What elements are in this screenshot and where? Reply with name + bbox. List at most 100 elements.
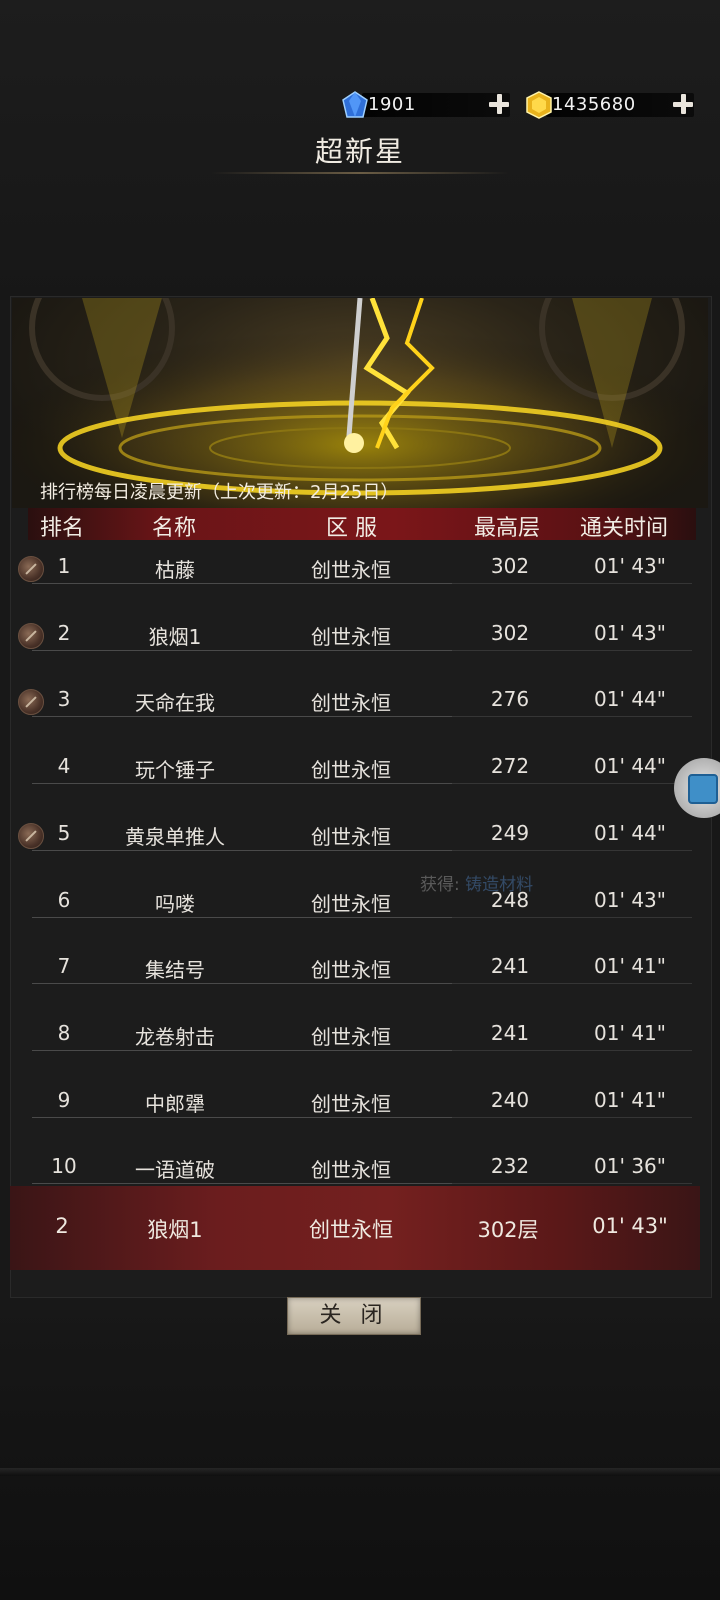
name-cell: 黄泉单推人 [125,824,225,849]
background-crack-decoration [0,1468,720,1476]
table-row[interactable]: 9 中郎犟 创世永恒 240 01' 41" [20,1074,700,1142]
time-cell: 01' 43" [594,554,666,578]
floor-cell: 241 [490,1020,530,1045]
cube-icon [688,774,718,804]
row-divider [452,849,692,851]
row-divider [452,916,692,918]
floor-cell: 272 [490,754,530,779]
name-cell: 一语道破 [135,1158,215,1183]
time-cell: 01' 41" [594,1020,666,1045]
gold-currency: 1435680 [524,90,696,120]
time-cell: 01' 44" [594,754,666,779]
server-cell: 创世永恒 [311,958,391,983]
row-divider [32,916,452,918]
server-cell: 创世永恒 [311,691,391,716]
row-divider [32,716,452,718]
diamond-currency: 1901 [340,90,512,120]
floor-cell: 240 [490,1087,530,1112]
row-divider [32,1116,452,1118]
row-divider [452,649,692,651]
server-cell: 创世永恒 [311,1091,391,1116]
floor-cell: 276 [490,687,530,712]
header-rank: 排名 [40,516,85,541]
time-cell: 01' 44" [594,820,666,845]
rank-cell: 9 [57,1087,71,1112]
table-row[interactable]: 8 龙卷射击 创世永恒 241 01' 41" [20,1007,700,1075]
name-cell: 吗喽 [155,891,195,916]
leaderboard-banner [12,298,708,508]
my-rank: 2 [55,1214,69,1238]
server-cell: 创世永恒 [311,1024,391,1049]
name-cell: 中郎犟 [145,1091,205,1116]
rank-cell: 1 [57,554,71,578]
add-gold-button[interactable] [670,91,696,117]
server-cell: 创世永恒 [311,758,391,783]
table-row[interactable]: 7 集结号 创世永恒 241 01' 41" [20,940,700,1008]
table-row[interactable]: 3 天命在我 创世永恒 276 01' 44" [18,673,700,741]
table-row[interactable]: 5 黄泉单推人 创世永恒 249 01' 44" [18,807,700,875]
row-divider [32,583,452,584]
name-cell: 集结号 [145,958,205,983]
my-time: 01' 43" [592,1214,668,1238]
close-button[interactable]: 关 闭 [287,1297,421,1335]
update-notice: 排行榜每日凌晨更新（上次更新：2月25日） [40,482,399,503]
table-row[interactable]: 2 狼烟1 创世永恒 302 01' 43" [18,607,700,675]
name-cell: 枯藤 [155,558,195,582]
row-divider [452,583,692,584]
time-cell: 01' 41" [594,954,666,979]
row-divider [32,783,452,785]
lightning-sword-artwork [12,298,708,508]
gold-gem-icon [526,91,552,119]
faded-reward-text: 获得: 铸造材料 [420,870,533,895]
row-divider [452,983,692,985]
my-server: 创世永恒 [309,1218,393,1242]
server-cell: 创世永恒 [311,624,391,649]
server-cell: 创世永恒 [311,824,391,849]
floor-cell: 232 [490,1154,530,1179]
page-title: 超新星 [314,135,405,168]
name-cell: 狼烟1 [148,624,202,649]
header-server: 区 服 [326,516,377,541]
server-cell: 创世永恒 [311,558,391,582]
table-header: 排名 名称 区 服 最高层 通关时间 [28,508,696,541]
rank-cell: 10 [51,1154,77,1179]
row-divider [32,1183,452,1185]
row-divider [32,983,452,985]
bottom-background [0,1300,720,1600]
my-name: 狼烟1 [147,1218,203,1242]
time-cell: 01' 44" [594,687,666,712]
table-row[interactable]: 4 玩个锤子 创世永恒 272 01' 44" [20,740,700,808]
server-cell: 创世永恒 [311,891,391,916]
rank-cell: 5 [57,820,71,845]
time-cell: 01' 43" [594,620,666,645]
row-divider [452,1116,692,1118]
time-cell: 01' 41" [594,1087,666,1112]
rank-cell: 3 [57,687,71,712]
title-divider [210,172,510,174]
row-divider [32,1049,452,1051]
server-cell: 创世永恒 [311,1158,391,1183]
row-divider [452,1049,692,1051]
time-cell: 01' 43" [594,887,666,912]
rank-cell: 6 [57,887,71,912]
blue-diamond-icon [342,91,368,118]
name-cell: 玩个锤子 [135,758,215,783]
name-cell: 天命在我 [135,691,215,716]
row-divider [452,1183,692,1185]
row-divider [32,649,452,651]
header-name: 名称 [152,516,197,541]
floor-cell: 302 [490,620,530,645]
add-diamond-button[interactable] [486,91,512,117]
gold-value: 1435680 [552,94,636,115]
floor-cell: 302 [490,554,530,578]
rank-cell: 7 [57,954,71,979]
row-divider [32,849,452,851]
table-row[interactable]: 6 吗喽 创世永恒 248 01' 43" [20,874,700,942]
table-row[interactable]: 1 枯藤 创世永恒 302 01' 43" [18,540,700,608]
header-floor: 最高层 [474,516,541,541]
faded-reward-item: 铸造材料 [465,875,534,895]
close-button-label: 关 闭 [319,1303,389,1328]
rank-cell: 8 [57,1020,71,1045]
my-rank-row: 2 狼烟1 创世永恒 302层 01' 43" [10,1186,700,1270]
my-floor: 302层 [477,1218,539,1242]
